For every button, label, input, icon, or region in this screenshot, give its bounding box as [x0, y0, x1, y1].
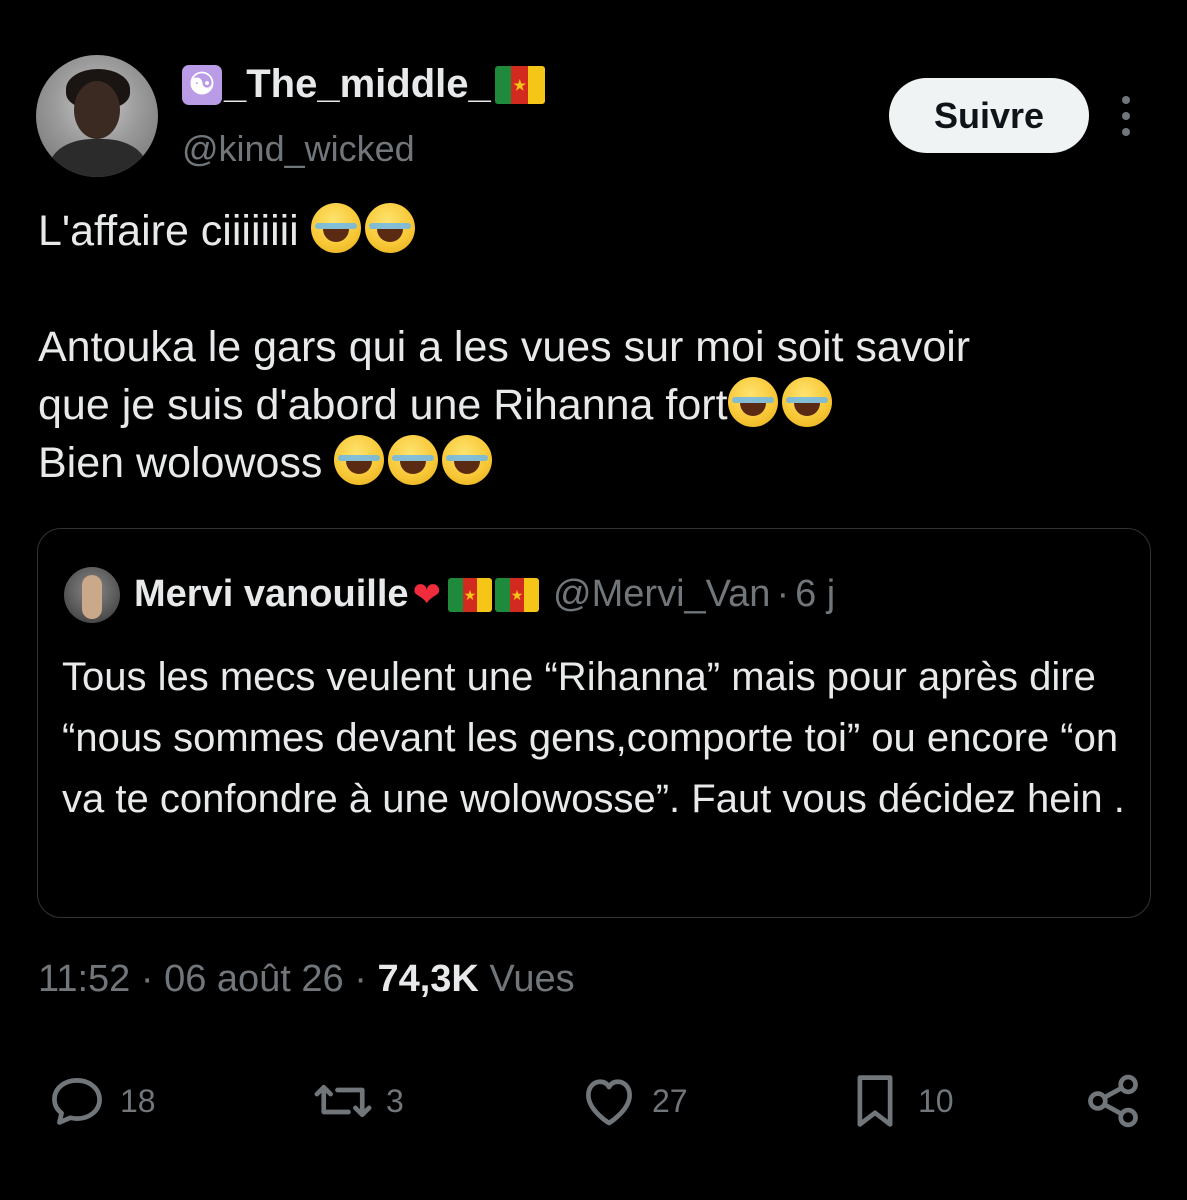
- tweet-time[interactable]: 11:52: [38, 958, 130, 1000]
- repost-count: 3: [386, 1082, 404, 1119]
- like-count: 27: [652, 1082, 688, 1119]
- tweet-text: L'affaire ciiiiiiii Antouka le gars qui …: [38, 202, 1163, 492]
- tears-of-joy-emoji-icon: [727, 377, 778, 427]
- tweet-meta: 11:52 · 06 août 26 · 74,3K Vues: [38, 958, 575, 1001]
- views-count: 74,3K: [377, 958, 479, 1000]
- yin-yang-icon: ☯: [182, 64, 222, 105]
- quoted-author-name: Mervi vanouille: [134, 573, 409, 615]
- tweet-line-1: L'affaire ciiiiiiii: [38, 207, 299, 255]
- author-name-text: _The_middle_: [224, 62, 491, 106]
- author-handle[interactable]: @kind_wicked: [182, 128, 415, 170]
- tears-of-joy-emoji-icon: [781, 377, 832, 427]
- repost-icon: [314, 1084, 372, 1118]
- quoted-tweet-age: 6 j: [795, 573, 836, 615]
- red-heart-icon: ❤: [412, 575, 442, 614]
- bookmark-button[interactable]: 10: [842, 1068, 954, 1134]
- bookmark-icon: [857, 1075, 893, 1127]
- cameroon-flag-icon: ★: [495, 577, 540, 612]
- repost-button[interactable]: 3: [310, 1068, 404, 1134]
- tweet-line-4: Bien wolowoss: [38, 439, 323, 487]
- more-options-icon[interactable]: [1116, 96, 1136, 136]
- views-label: Vues: [489, 958, 575, 1000]
- tweet-line-2: Antouka le gars qui a les vues sur moi s…: [38, 323, 971, 371]
- quoted-tweet-card[interactable]: Mervi vanouille ❤ ★ ★ @Mervi_Van · 6 j T…: [37, 528, 1151, 918]
- quoted-tweet-header: Mervi vanouille ❤ ★ ★ @Mervi_Van · 6 j: [134, 573, 835, 616]
- heart-icon: [586, 1079, 632, 1126]
- reply-count: 18: [120, 1082, 156, 1119]
- cameroon-flag-icon: ★: [448, 577, 493, 612]
- tweet-date[interactable]: 06 août 26: [164, 958, 344, 1000]
- share-button[interactable]: [1080, 1068, 1146, 1134]
- meta-separator: ·: [354, 958, 367, 1000]
- cameroon-flag-icon: ★: [494, 65, 545, 104]
- quoted-author-handle: @Mervi_Van: [553, 573, 771, 615]
- author-avatar[interactable]: [36, 55, 158, 177]
- tears-of-joy-emoji-icon: [364, 203, 415, 253]
- bookmark-count: 10: [918, 1082, 954, 1119]
- quoted-meta-separator: ·: [776, 573, 790, 615]
- rolling-laughing-emoji-icon: [388, 435, 439, 485]
- author-display-name[interactable]: ☯ _The_middle_ ★: [182, 62, 545, 107]
- tweet-line-3: que je suis d'abord une Rihanna fort: [38, 381, 728, 429]
- share-icon: [1088, 1074, 1138, 1128]
- tears-of-joy-emoji-icon: [310, 203, 361, 253]
- rolling-laughing-emoji-icon: [442, 435, 493, 485]
- reply-button[interactable]: 18: [44, 1068, 156, 1134]
- quoted-tweet-text: Tous les mecs veulent une “Rihanna” mais…: [62, 655, 1125, 821]
- meta-separator: ·: [140, 958, 154, 1000]
- reply-icon: [52, 1078, 102, 1125]
- like-button[interactable]: 27: [576, 1068, 688, 1134]
- rolling-laughing-emoji-icon: [334, 435, 385, 485]
- quoted-author-avatar: [64, 567, 120, 623]
- follow-button[interactable]: Suivre: [889, 78, 1089, 153]
